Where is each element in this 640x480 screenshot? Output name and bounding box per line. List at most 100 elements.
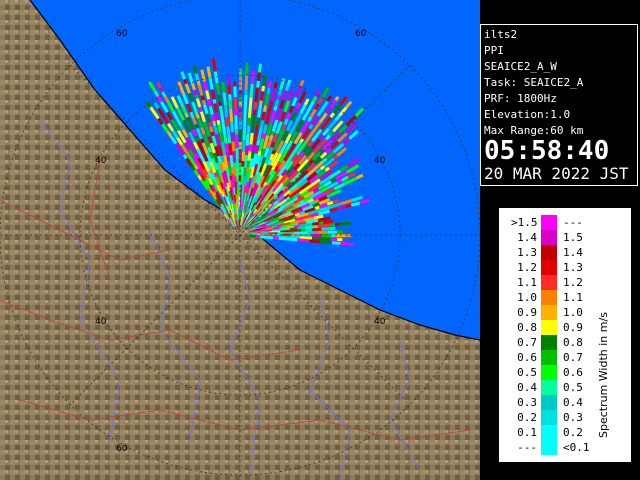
scan-date: 20 MAR 2022 JST <box>484 164 629 183</box>
echo-segment <box>259 120 265 129</box>
echo-segment <box>290 237 298 242</box>
legend-upper-value: 1.5 <box>563 231 583 244</box>
range-label: 60 <box>355 29 367 39</box>
echo-segment <box>274 99 280 107</box>
echo-segment <box>313 214 324 220</box>
echo-segment <box>259 100 263 105</box>
legend-lower-value: 1.0 <box>517 291 537 304</box>
echo-segment <box>266 87 271 94</box>
echo-segment <box>208 105 214 115</box>
echo-segment <box>220 116 225 124</box>
legend-upper-value: 0.7 <box>563 351 583 364</box>
echo-segment <box>260 148 266 156</box>
legend-upper-value: <0.1 <box>563 441 590 454</box>
echo-segment <box>293 224 300 229</box>
echo-segment <box>226 152 231 162</box>
echo-segment <box>205 90 211 100</box>
echo-segment <box>259 91 265 101</box>
echo-segment <box>267 80 273 89</box>
echo-segment <box>257 104 263 118</box>
echo-segment <box>229 108 234 123</box>
echo-segment <box>236 167 240 181</box>
scan-time: 05:58:40 <box>484 136 610 166</box>
echo-segment <box>305 219 313 225</box>
echo-segment <box>264 158 269 165</box>
echo-segment <box>216 119 221 126</box>
echo-segment <box>225 116 230 127</box>
echo-segment <box>334 222 340 227</box>
echo-segment <box>312 227 322 232</box>
legend-color-swatch <box>541 350 557 365</box>
echo-segment <box>222 92 227 105</box>
echo-segment <box>297 226 305 231</box>
echo-segment <box>309 158 315 164</box>
echo-segment <box>207 122 213 128</box>
echo-segment <box>192 64 198 74</box>
echo-segment <box>318 221 324 225</box>
legend-row: 1.4 1.5 <box>499 230 631 245</box>
legend-lower-value: 0.2 <box>517 411 537 424</box>
echo-segment <box>337 205 347 211</box>
legend-lower-value: 1.2 <box>517 261 537 274</box>
echo-segment <box>297 238 310 243</box>
legend-row: 0.3 0.4 <box>499 395 631 410</box>
echo-segment <box>244 145 249 156</box>
legend-row: --- <0.1 <box>499 440 631 455</box>
legend-row: 1.0 1.1 <box>499 290 631 305</box>
echo-segment <box>250 70 255 85</box>
echo-segment <box>221 123 227 135</box>
echo-segment <box>217 94 222 102</box>
echo-segment <box>283 118 289 125</box>
echo-segment <box>228 165 233 177</box>
echo-segment <box>256 140 261 146</box>
echo-segment <box>223 133 228 144</box>
legend-row: 1.1 1.2 <box>499 275 631 290</box>
echo-segment <box>227 160 232 167</box>
echo-segment <box>207 98 212 107</box>
legend-row: 0.8 0.9 <box>499 320 631 335</box>
echo-segment <box>207 146 212 153</box>
echo-segment <box>184 112 189 118</box>
legend-row: 1.2 1.3 <box>499 260 631 275</box>
echo-segment <box>193 89 198 96</box>
echo-segment <box>231 132 235 142</box>
legend-color-swatch <box>541 425 557 440</box>
scan-info-panel: ilts2 PPI SEAICE2_A_W Task: SEAICE2_A PR… <box>480 24 638 186</box>
echo-segment <box>289 227 298 232</box>
echo-segment <box>208 76 213 84</box>
legend-lower-value: >1.5 <box>511 216 538 229</box>
echo-segment <box>249 83 254 98</box>
legend-row: 0.2 0.3 <box>499 410 631 425</box>
echo-segment <box>329 207 338 213</box>
echo-segment <box>302 217 311 223</box>
echo-segment <box>218 131 224 143</box>
echo-segment <box>210 131 215 137</box>
echo-segment <box>252 109 257 116</box>
echo-segment <box>201 142 207 150</box>
echo-segment <box>215 82 221 95</box>
legend-color-swatch <box>541 230 557 245</box>
legend-lower-value: 0.7 <box>517 336 537 349</box>
echo-segment <box>311 212 320 218</box>
echo-segment <box>255 87 260 92</box>
echo-segment <box>203 121 208 129</box>
range-label: 40 <box>95 317 107 327</box>
echo-segment <box>270 141 276 148</box>
echo-segment <box>193 164 199 170</box>
echo-segment <box>203 80 209 91</box>
echo-segment <box>282 123 287 130</box>
echo-segment <box>200 95 205 101</box>
echo-segment <box>321 226 336 231</box>
legend-upper-value: 1.4 <box>563 246 583 259</box>
legend-row: 0.9 1.0 <box>499 305 631 320</box>
legend-lower-value: 0.1 <box>517 426 537 439</box>
echo-segment <box>245 133 250 146</box>
legend-color-swatch <box>541 395 557 410</box>
echo-segment <box>211 58 217 72</box>
echo-segment <box>256 80 260 88</box>
legend-row: 0.7 0.8 <box>499 335 631 350</box>
echo-segment <box>213 103 219 113</box>
echo-segment <box>277 89 283 96</box>
legend-upper-value: --- <box>563 216 583 229</box>
echo-segment <box>307 116 313 122</box>
